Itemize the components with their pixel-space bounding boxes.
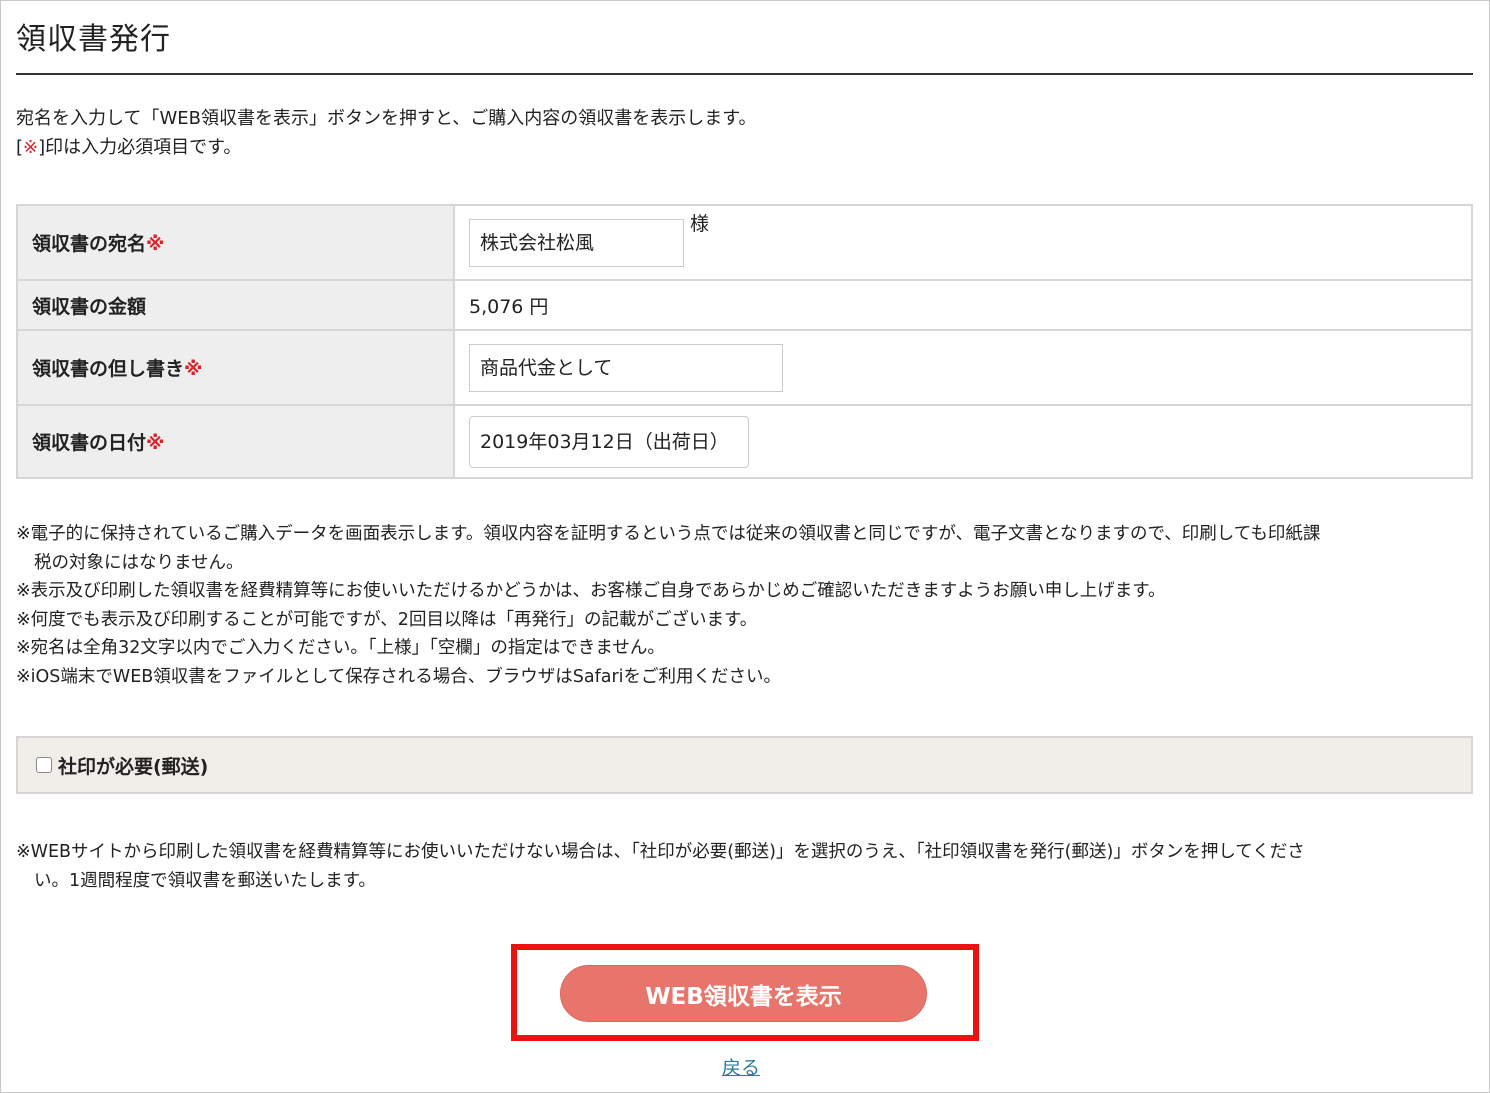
stamp-note-line: ※WEBサイトから印刷した領収書を経費精算等にお使いいただけない場合は、「社印が… [16,842,1305,862]
intro-line-2: [※]印は入力必須項目です。 [16,133,756,162]
addressee-input[interactable]: 株式会社松風 [469,218,684,267]
label-addressee: 領収書の宛名※ [16,204,455,281]
show-web-receipt-button[interactable]: WEB領収書を表示 [560,965,927,1022]
label-date-text: 領収書の日付 [32,432,147,454]
label-date: 領収書の日付※ [16,404,455,479]
label-addressee-text: 領収書の宛名 [32,233,147,255]
note-item: ※電子的に保持されているご購入データを画面表示します。領収内容を証明するという点… [16,520,1476,577]
required-mark: ※ [146,432,165,454]
note-item: ※宛名は全角32文字以内でご入力ください。「上様」「空欄」の指定はできません。 [16,638,665,659]
note-item: ※表示及び印刷した領収書を経費精算等にお使いいただけるかどうかは、お客様ご自身で… [16,581,1166,602]
company-stamp-label[interactable]: 社印が必要(郵送) [58,752,208,779]
description-input[interactable]: 商品代金として [469,343,783,392]
intro-bracket: [ [16,137,24,158]
required-mark: ※ [23,137,39,158]
value-addressee-cell: 株式会社松風様 [453,204,1473,281]
label-amount: 領収書の金額 [16,279,455,331]
required-mark: ※ [184,358,203,380]
value-description-cell: 商品代金として [453,329,1473,406]
date-select[interactable]: 2019年03月12日（出荷日） [469,415,749,468]
back-link[interactable]: 戻る [722,1053,760,1080]
intro-text: 宛名を入力して「WEB領収書を表示」ボタンを押すと、ご購入内容の領収書を表示しま… [16,104,756,162]
note-item: ※iOS端末でWEB領収書をファイルとして保存される場合、ブラウザはSafari… [16,666,782,687]
form-row-amount: 領収書の金額 5,076 円 [16,279,1473,331]
label-description: 領収書の但し書き※ [16,329,455,406]
page-title: 領収書発行 [16,22,171,57]
company-stamp-option[interactable]: 社印が必要(郵送) [16,736,1473,794]
form-row-date: 領収書の日付※ 2019年03月12日（出荷日） [16,404,1473,479]
title-divider [16,73,1473,75]
stamp-note: ※WEBサイトから印刷した領収書を経費精算等にお使いいただけない場合は、「社印が… [16,838,1476,895]
note-line: ※電子的に保持されているご購入データを画面表示します。領収内容を証明するという点… [16,524,1321,544]
required-mark: ※ [146,233,165,255]
form-row-addressee: 領収書の宛名※ 株式会社松風様 [16,204,1473,281]
note-item: ※何度でも表示及び印刷することが可能ですが、2回目以降は「再発行」の記載がござい… [16,609,758,630]
note-line: 税の対象にはなりません。 [34,552,244,573]
label-description-text: 領収書の但し書き [32,358,185,380]
form-row-description: 領収書の但し書き※ 商品代金として [16,329,1473,406]
amount-value: 5,076 円 [453,279,1473,331]
addressee-suffix: 様 [690,212,710,235]
value-date-cell: 2019年03月12日（出荷日） [453,404,1473,479]
notes-list: ※電子的に保持されているご購入データを画面表示します。領収内容を証明するという点… [16,520,1476,692]
receipt-form-table: 領収書の宛名※ 株式会社松風様 領収書の金額 5,076 円 領収書の但し書き※… [16,204,1473,479]
intro-line-2-text: ]印は入力必須項目です。 [38,137,242,158]
label-amount-text: 領収書の金額 [32,295,147,318]
intro-line-1: 宛名を入力して「WEB領収書を表示」ボタンを押すと、ご購入内容の領収書を表示しま… [16,108,757,129]
company-stamp-checkbox[interactable] [36,757,52,773]
stamp-note-line: い。1週間程度で領収書を郵送いたします。 [34,870,376,891]
